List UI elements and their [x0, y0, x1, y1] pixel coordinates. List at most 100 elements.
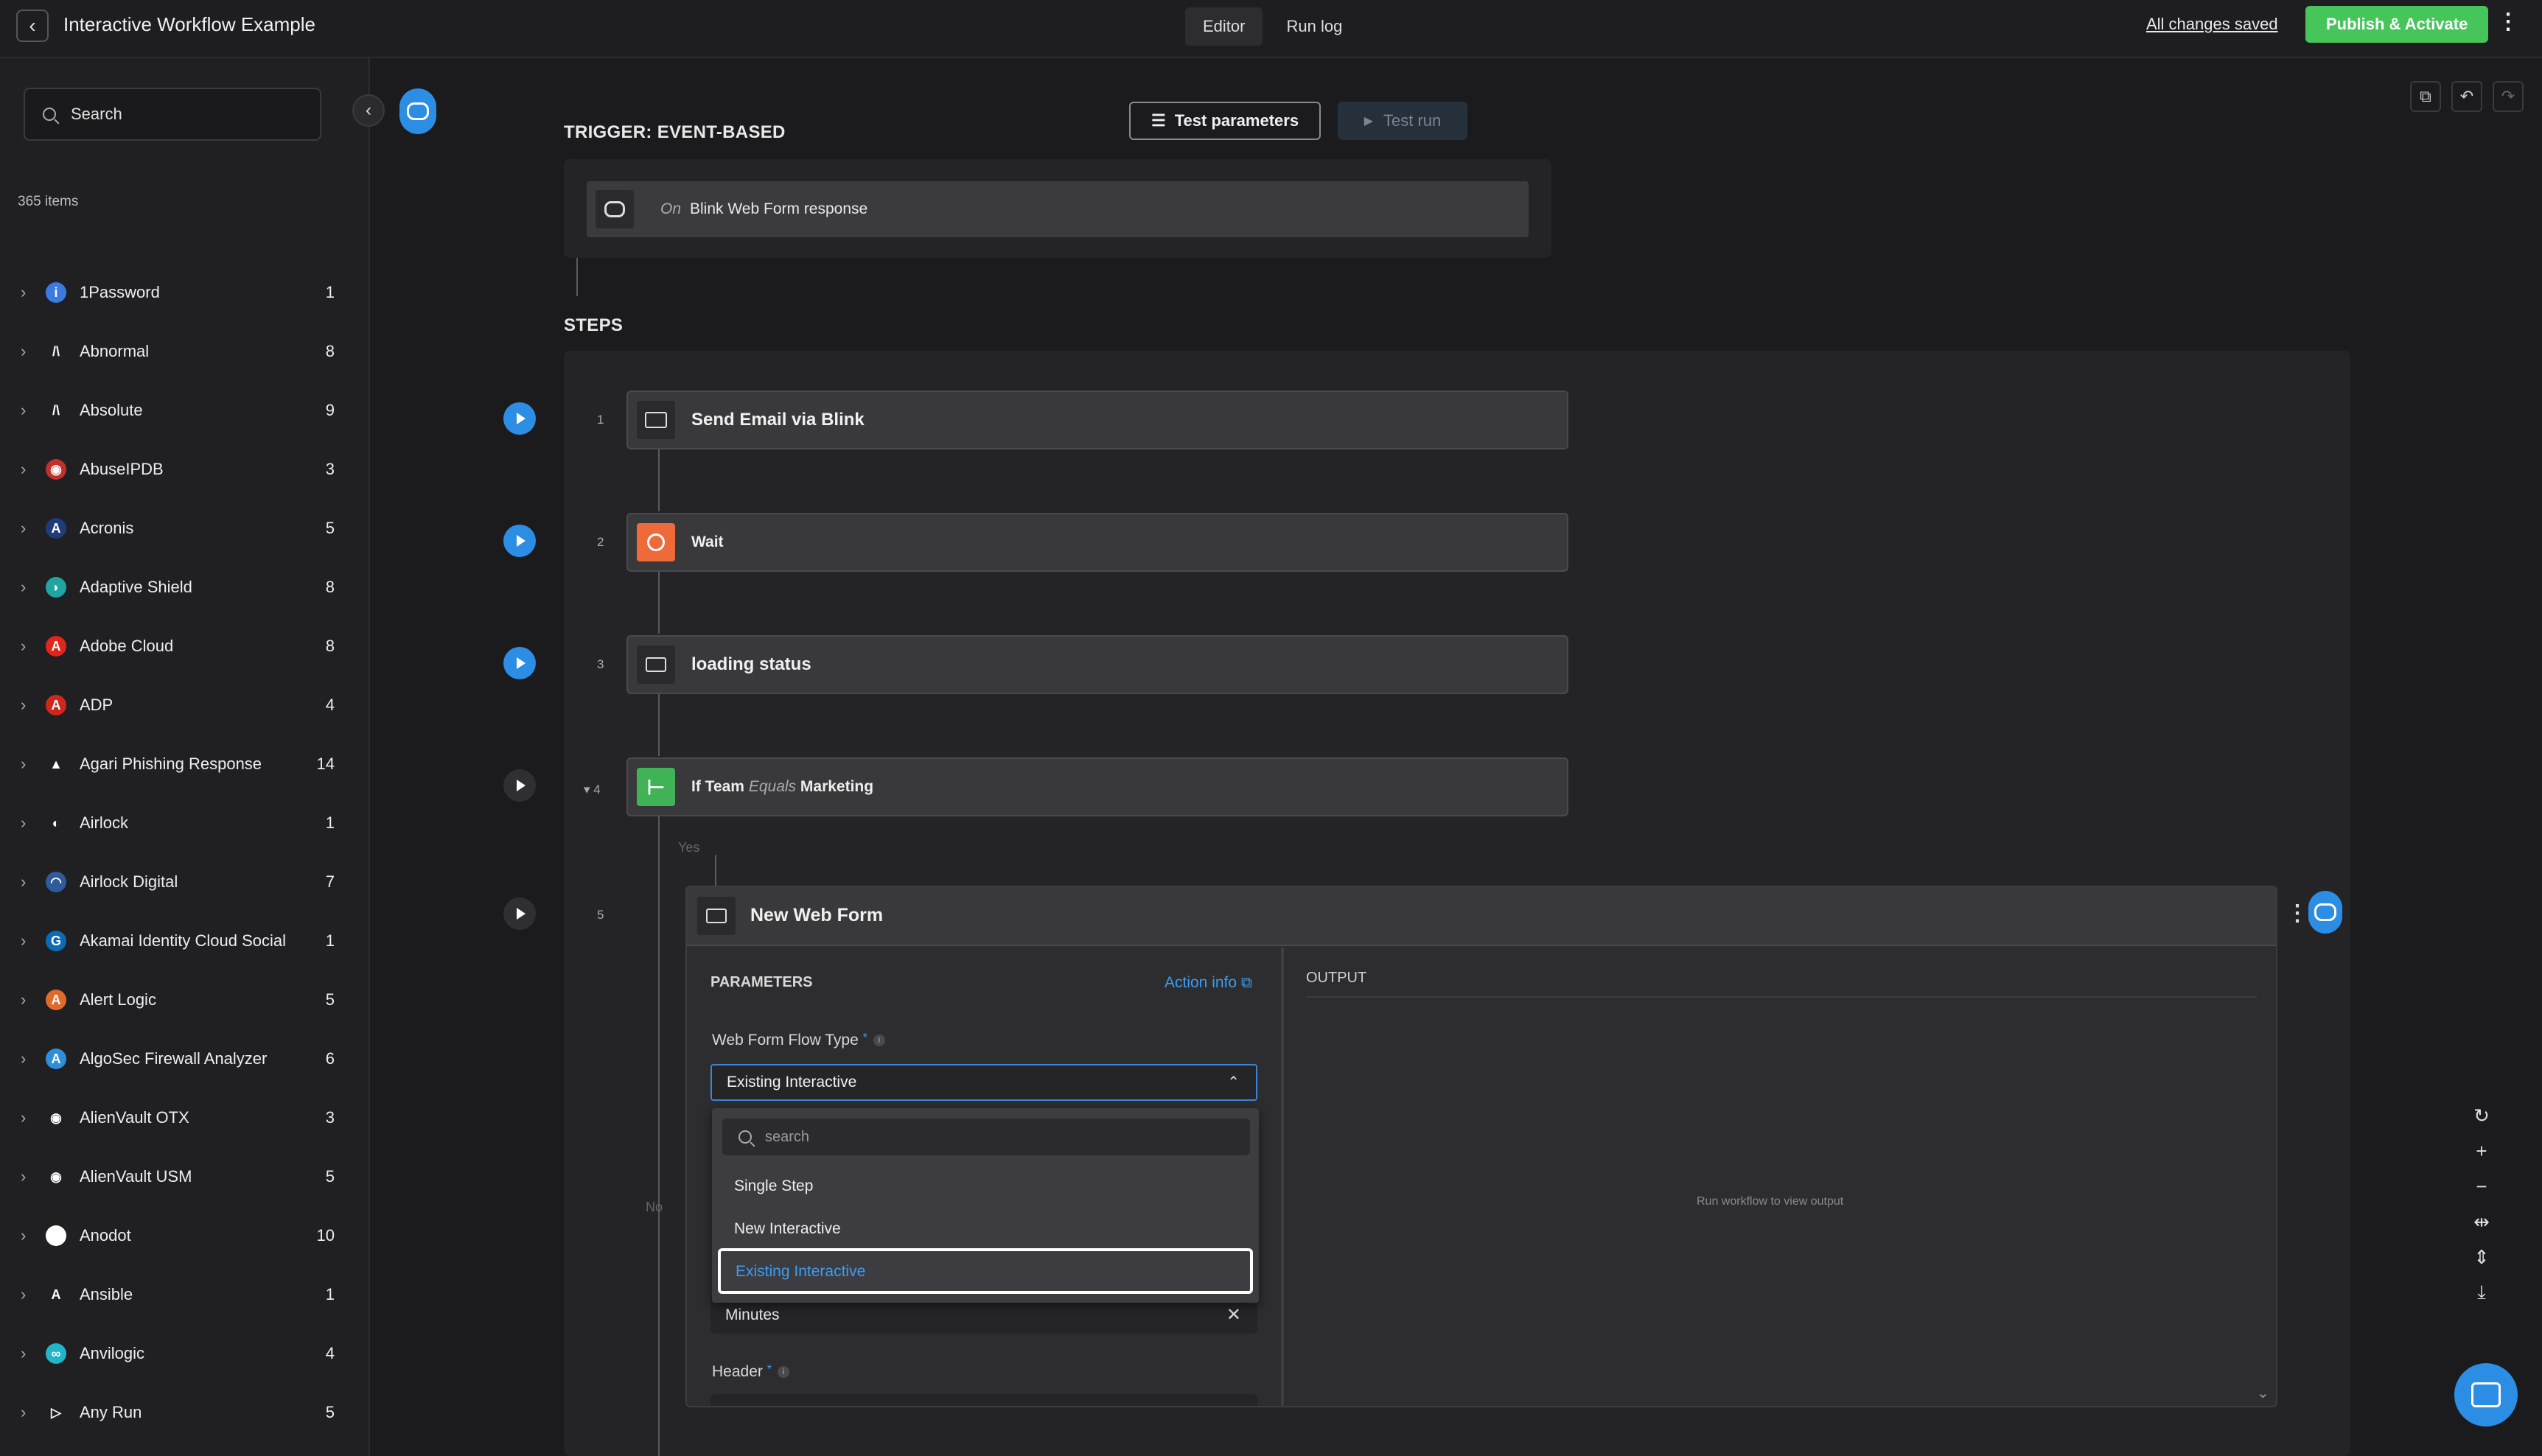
chevron-right-icon[interactable]: ›	[21, 519, 26, 538]
chevron-right-icon[interactable]: ›	[21, 931, 26, 951]
web-form-step-header[interactable]: New Web Form	[687, 887, 2276, 946]
search-input[interactable]	[69, 104, 293, 125]
sidebar-item-label: Airlock	[80, 813, 129, 832]
chevron-right-icon[interactable]: ›	[21, 637, 26, 656]
sidebar-item[interactable]: › A ADP 4	[0, 676, 369, 735]
expand-icon[interactable]: ⌄	[2257, 1384, 2269, 1402]
trigger-card[interactable]: On Blink Web Form response	[587, 181, 1529, 237]
chevron-right-icon[interactable]: ›	[21, 1226, 26, 1245]
chevron-right-icon[interactable]: ›	[21, 342, 26, 361]
bot-icon	[407, 102, 429, 120]
sidebar-item[interactable]: › G Akamai Identity Cloud Social 1	[0, 911, 369, 970]
tab-editor[interactable]: Editor	[1185, 7, 1263, 46]
redo-icon[interactable]: ↷	[2493, 81, 2524, 112]
minutes-value: Minutes	[725, 1306, 780, 1323]
panel-divider[interactable]	[1281, 948, 1284, 1406]
sidebar-item[interactable]: › ▲ Agari Phishing Response 14	[0, 735, 369, 794]
clear-icon[interactable]: ✕	[1226, 1304, 1241, 1326]
sidebar-item[interactable]: › ∞ Anvilogic 4	[0, 1324, 369, 1383]
chevron-right-icon[interactable]: ›	[21, 872, 26, 892]
bot-icon	[2314, 903, 2336, 921]
chevron-right-icon[interactable]: ›	[21, 1049, 26, 1068]
copy-icon[interactable]: ⧉	[2410, 81, 2441, 112]
sidebar-item-count: 8	[325, 578, 335, 596]
sidebar-item[interactable]: › ◉ AlienVault OTX 3	[0, 1088, 369, 1147]
sidebar-item[interactable]: › Q Anodot 10	[0, 1206, 369, 1265]
sidebar-item[interactable]: › A Ansible 1	[0, 1265, 369, 1324]
step-condition[interactable]: ⊢ If Team Equals Marketing	[626, 757, 1568, 816]
step-wait[interactable]: Wait	[626, 513, 1568, 572]
sidebar-item[interactable]: › /\ Abnormal 8	[0, 322, 369, 381]
workflow-title[interactable]: Interactive Workflow Example	[63, 13, 315, 36]
chevron-right-icon[interactable]: ›	[21, 696, 26, 715]
zoom-in-icon[interactable]: +	[2467, 1136, 2496, 1166]
run-step-button[interactable]	[503, 525, 536, 557]
flow-type-select[interactable]: Existing Interactive ⌃	[710, 1064, 1257, 1101]
sidebar-item[interactable]: › ▷ Any Run 5	[0, 1383, 369, 1442]
chevron-right-icon[interactable]: ›	[21, 1403, 26, 1422]
sidebar-search[interactable]	[24, 88, 321, 141]
chevron-right-icon[interactable]: ›	[21, 755, 26, 774]
chevron-right-icon[interactable]: ›	[21, 283, 26, 302]
chevron-right-icon[interactable]: ›	[21, 813, 26, 833]
chevron-right-icon[interactable]: ›	[21, 1285, 26, 1304]
chevron-right-icon[interactable]: ›	[21, 990, 26, 1009]
steps-heading: STEPS	[564, 315, 624, 335]
run-step-button[interactable]	[503, 897, 536, 930]
sidebar-item-count: 8	[325, 637, 335, 655]
sidebar-item[interactable]: › /\ Absolute 9	[0, 381, 369, 440]
header-input[interactable]	[710, 1394, 1257, 1406]
sidebar-item[interactable]: › ◉ AbuseIPDB 3	[0, 440, 369, 499]
step-send-email[interactable]: Send Email via Blink	[626, 391, 1568, 449]
collapse-sidebar-button[interactable]: ‹	[352, 94, 385, 127]
reset-view-icon[interactable]: ↻	[2467, 1101, 2496, 1130]
chevron-right-icon[interactable]: ›	[21, 1344, 26, 1363]
tab-run-log[interactable]: Run log	[1268, 7, 1360, 46]
sidebar-item[interactable]: › A Acronis 5	[0, 499, 369, 558]
zoom-out-icon[interactable]: −	[2467, 1172, 2496, 1201]
back-button[interactable]: ‹	[16, 10, 49, 42]
sidebar-item[interactable]: › ◐ Airlock 1	[0, 794, 369, 853]
fit-width-icon[interactable]: ⇹	[2467, 1207, 2496, 1236]
chevron-right-icon[interactable]: ›	[21, 460, 26, 479]
search-icon	[738, 1130, 752, 1144]
step-connector	[658, 449, 660, 511]
run-step-button[interactable]	[503, 402, 536, 435]
sidebar-item[interactable]: › ◗ Adaptive Shield 8	[0, 558, 369, 617]
sidebar-item[interactable]: › A Alert Logic 5	[0, 970, 369, 1029]
save-status-link[interactable]: All changes saved	[2146, 15, 2278, 34]
sidebar-item-label: AlienVault OTX	[80, 1108, 189, 1127]
collapse-all-icon[interactable]: ⤓	[2467, 1278, 2496, 1307]
chevron-right-icon[interactable]: ›	[21, 1108, 26, 1127]
sidebar-item[interactable]: › A Adobe Cloud 8	[0, 617, 369, 676]
step-number: ▾ 4	[584, 783, 601, 797]
step-loading-status[interactable]: loading status	[626, 635, 1568, 694]
option-new-interactive[interactable]: New Interactive	[734, 1220, 841, 1238]
more-options-icon[interactable]: ⋮	[2497, 9, 2519, 35]
step-options-icon[interactable]: ⋮	[2286, 900, 2308, 926]
sidebar-item[interactable]: › ◠ Airlock Digital 7	[0, 853, 369, 911]
sidebar-item[interactable]: › A AlgoSec Firewall Analyzer 6	[0, 1029, 369, 1088]
sidebar-item[interactable]: ›●Apex One5	[0, 1442, 369, 1456]
fit-height-icon[interactable]: ⇕	[2467, 1242, 2496, 1272]
publish-activate-button[interactable]: Publish & Activate	[2305, 6, 2489, 43]
assistant-button[interactable]	[2308, 891, 2342, 934]
run-step-button[interactable]	[503, 769, 536, 802]
action-info-link[interactable]: Action info ⧉	[1164, 974, 1252, 992]
option-single-step[interactable]: Single Step	[734, 1177, 813, 1195]
option-existing-interactive[interactable]: Existing Interactive	[718, 1248, 1253, 1294]
assistant-button[interactable]	[399, 88, 436, 134]
sidebar-item-count: 10	[316, 1226, 335, 1245]
test-parameters-button[interactable]: ☰ Test parameters	[1129, 102, 1321, 140]
test-run-button[interactable]: ▶ Test run	[1338, 102, 1467, 140]
dropdown-search-input[interactable]	[764, 1127, 962, 1147]
chevron-right-icon[interactable]: ›	[21, 578, 26, 597]
sidebar-item[interactable]: › i 1Password 1	[0, 263, 369, 322]
dropdown-search[interactable]	[722, 1119, 1250, 1155]
chevron-right-icon[interactable]: ›	[21, 401, 26, 420]
sidebar-item[interactable]: › ◉ AlienVault USM 5	[0, 1147, 369, 1206]
support-chat-button[interactable]	[2454, 1363, 2518, 1427]
chevron-right-icon[interactable]: ›	[21, 1167, 26, 1186]
run-step-button[interactable]	[503, 647, 536, 679]
undo-icon[interactable]: ↶	[2451, 81, 2482, 112]
